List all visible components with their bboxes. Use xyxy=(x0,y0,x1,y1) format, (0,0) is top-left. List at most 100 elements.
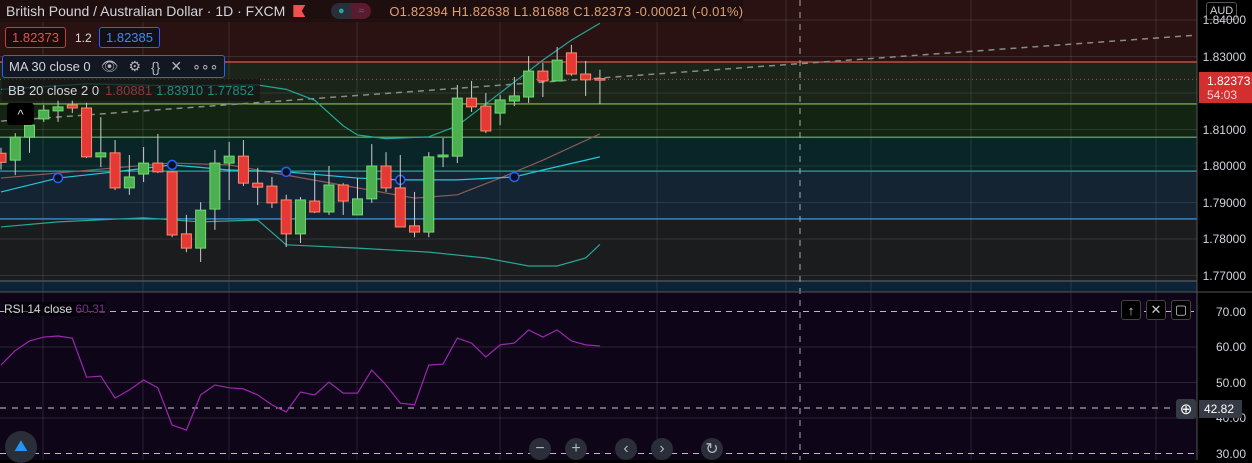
candle-body xyxy=(409,225,421,233)
axis-tick-label: 1.83000 xyxy=(1202,49,1246,64)
candle-body xyxy=(9,136,21,161)
candle-body xyxy=(565,52,577,75)
axis-tick-label: 1.81000 xyxy=(1202,122,1246,137)
gear-icon[interactable]: ⚙ xyxy=(128,58,141,75)
tradingview-logo-icon[interactable]: ⛰ xyxy=(5,431,37,463)
more-icon[interactable]: ∘∘∘ xyxy=(192,58,218,75)
rsi-legend-label: RSI 14 close xyxy=(4,302,73,316)
candle-body xyxy=(508,95,520,102)
candle-body xyxy=(437,154,449,158)
candle-body xyxy=(423,156,435,233)
axis-tick-label: 1.79000 xyxy=(1202,195,1246,210)
level-zone xyxy=(0,218,1197,281)
eye-icon[interactable]: 👁 xyxy=(101,58,119,75)
candle-body xyxy=(123,176,135,189)
open-value: O1.82394 xyxy=(389,3,449,19)
candle-body xyxy=(352,198,363,216)
candle-body xyxy=(451,97,463,157)
candle-body xyxy=(551,59,563,82)
candle-body xyxy=(109,152,121,189)
candle-body xyxy=(266,185,278,204)
move-pane-up-button[interactable]: ↑ xyxy=(1121,300,1141,320)
axis-tick-label: 70.00 xyxy=(1215,304,1246,319)
candle-body xyxy=(280,199,292,235)
candle-body xyxy=(81,107,93,158)
add-plus-icon[interactable]: ⊕ xyxy=(1176,399,1196,419)
bb-lower-value: 1.77852 xyxy=(207,82,255,98)
last-price-value: 1.82373 xyxy=(1207,74,1251,88)
axis-tick-label: 50.00 xyxy=(1215,375,1246,390)
change-value: -0.00021 (-0.01%) xyxy=(635,3,744,19)
candle-body xyxy=(466,97,478,108)
axis-tick-label: 1.80000 xyxy=(1202,159,1246,173)
wave-icon: ≈ xyxy=(351,3,372,19)
candle-body xyxy=(38,109,50,120)
crosshair-rsi-label: 42.82 xyxy=(1199,400,1242,418)
candle-body xyxy=(366,165,378,200)
candle-body xyxy=(180,233,192,249)
candle-body xyxy=(480,105,492,132)
scroll-right-button[interactable]: › xyxy=(651,438,673,460)
candle-body xyxy=(337,184,349,202)
candle-body xyxy=(580,73,592,81)
collapse-legend-button[interactable]: ^ xyxy=(7,103,34,125)
candle-body xyxy=(294,199,306,235)
candle-body xyxy=(237,155,249,184)
buy-button[interactable]: 1.82385 xyxy=(99,27,160,48)
axis-tick-label: 1.84000 xyxy=(1202,13,1246,27)
chart-header: British Pound / Australian Dollar · 1D ·… xyxy=(0,0,744,22)
candle-body xyxy=(252,182,264,188)
high-value: H1.82638 xyxy=(451,3,510,19)
candle-body xyxy=(138,162,150,175)
candle-body xyxy=(394,187,406,228)
candle-body xyxy=(52,106,64,112)
dot-icon: ● xyxy=(331,3,352,19)
candle-body xyxy=(195,209,207,249)
ma-marker xyxy=(52,172,64,184)
bb-legend[interactable]: BB 20 close 2 0 1.80881 1.83910 1.77852 xyxy=(2,79,261,101)
bb-upper-value: 1.83910 xyxy=(156,82,204,98)
zoom-in-button[interactable]: + xyxy=(565,438,587,460)
axis-tick-label: 60.00 xyxy=(1215,340,1246,354)
rsi-legend[interactable]: RSI 14 close 60.31 xyxy=(4,302,106,316)
level-zone xyxy=(0,171,1197,219)
rsi-value: 60.31 xyxy=(75,302,106,316)
candle-body xyxy=(523,70,535,98)
axis-background xyxy=(1197,0,1252,460)
candle-body xyxy=(24,124,36,138)
candle-body xyxy=(95,152,107,158)
zoom-out-button[interactable]: − xyxy=(529,438,551,460)
candle-body xyxy=(537,70,549,82)
rsi-pane-background xyxy=(0,292,1197,460)
candle-body xyxy=(223,155,235,164)
ma-marker xyxy=(509,171,520,183)
ma-legend-label: MA 30 close 0 xyxy=(9,59,91,74)
candle-body xyxy=(209,162,221,210)
level-zone xyxy=(0,280,1197,292)
ma-marker xyxy=(280,166,292,178)
axis-tick-label: 1.78000 xyxy=(1202,232,1246,246)
candle-body xyxy=(494,99,506,114)
spread-value: 1.2 xyxy=(75,31,92,45)
last-price-label: 1.82373 54:03 xyxy=(1199,72,1252,103)
candle-body xyxy=(0,152,7,163)
bb-basis-value: 1.80881 xyxy=(105,82,153,98)
ma-legend[interactable]: MA 30 close 0 👁 ⚙ {} ✕ ∘∘∘ xyxy=(2,55,226,78)
candle-body xyxy=(152,162,164,173)
candle-body xyxy=(66,104,78,109)
maximize-pane-button[interactable]: ▢ xyxy=(1171,300,1191,320)
market-status-toggle[interactable]: ● ≈ xyxy=(331,3,372,19)
braces-icon[interactable]: {} xyxy=(151,59,160,75)
candle-body xyxy=(380,165,392,189)
ma-marker xyxy=(166,159,178,171)
ohlc-values: O1.82394 H1.82638 L1.81688 C1.82373 -0.0… xyxy=(389,4,743,19)
flag-icon[interactable] xyxy=(293,5,306,17)
reset-chart-button[interactable]: ↻ xyxy=(701,438,723,460)
sell-button[interactable]: 1.82373 xyxy=(5,27,66,48)
close-icon[interactable]: ✕ xyxy=(170,58,182,75)
axis-tick-label: 30.00 xyxy=(1215,446,1246,461)
candle-body xyxy=(323,184,335,213)
scroll-left-button[interactable]: ‹ xyxy=(615,438,637,460)
close-pane-button[interactable]: ✕ xyxy=(1146,300,1166,320)
symbol-title[interactable]: British Pound / Australian Dollar · 1D ·… xyxy=(6,3,285,19)
